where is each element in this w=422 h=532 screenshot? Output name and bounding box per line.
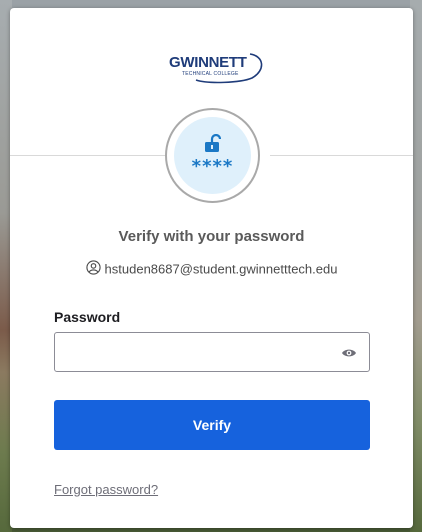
masked-password-text: ****: [191, 156, 234, 177]
password-field[interactable]: [54, 332, 370, 372]
svg-text:TECHNICAL COLLEGE: TECHNICAL COLLEGE: [182, 71, 239, 77]
password-input[interactable]: [55, 333, 325, 371]
page-title: Verify with your password: [118, 228, 305, 245]
divider-right: [270, 155, 413, 156]
divider-left: [10, 155, 165, 156]
user-identifier: hstuden8687@student.gwinnetttech.edu: [10, 260, 413, 278]
eye-icon[interactable]: [341, 346, 357, 364]
password-authenticator-badge: ****: [165, 108, 260, 203]
user-icon: [85, 260, 101, 278]
unlock-icon: [205, 133, 222, 157]
svg-text:GWINNETT: GWINNETT: [169, 54, 247, 71]
logo-graphic: GWINNETT TECHNICAL COLLEGE: [169, 53, 263, 84]
verify-button[interactable]: Verify: [54, 400, 370, 450]
college-logo: GWINNETT TECHNICAL COLLEGE: [168, 48, 268, 84]
sign-in-card: GWINNETT TECHNICAL COLLEGE **** Verify w…: [10, 8, 413, 528]
badge-inner-circle: ****: [174, 117, 251, 194]
user-email: hstuden8687@student.gwinnetttech.edu: [104, 261, 338, 277]
password-label: Password: [54, 309, 121, 325]
forgot-password-link[interactable]: Forgot password?: [54, 482, 158, 497]
